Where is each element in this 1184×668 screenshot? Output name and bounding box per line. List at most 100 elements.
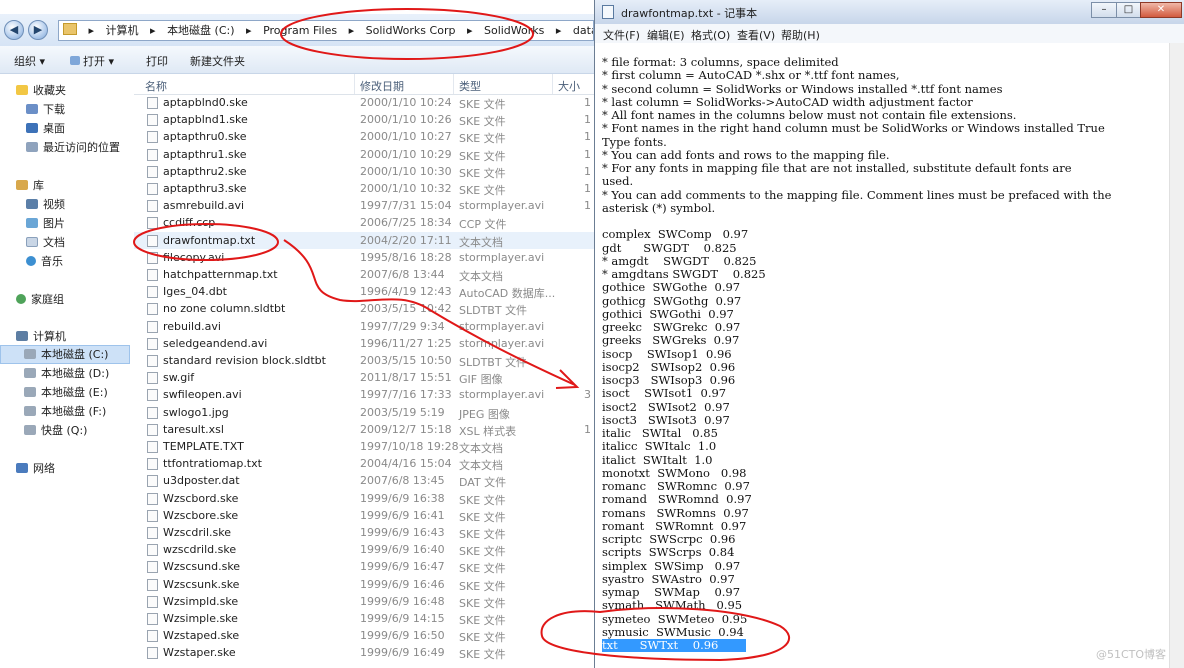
- menu-view[interactable]: 查看(V): [737, 27, 775, 43]
- vertical-scrollbar[interactable]: [1169, 43, 1184, 668]
- column-date[interactable]: 修改日期: [360, 78, 404, 94]
- file-row[interactable]: seledgeandend.avi 1996/11/27 1:25 stormpla…: [134, 335, 594, 352]
- file-row[interactable]: rebuild.avi 1997/7/29 9:34 stormplayer.avi: [134, 318, 594, 335]
- file-row[interactable]: hatchpatternmap.txt 2007/6/8 13:44 文本文档: [134, 266, 594, 283]
- file-row[interactable]: Wzstaper.ske 1999/6/9 16:49 SKE 文件: [134, 644, 594, 661]
- file-row[interactable]: swfileopen.avi 1997/7/16 17:33 stormplayer…: [134, 386, 594, 403]
- text-line: romans SWRomns 0.97: [602, 505, 749, 520]
- file-date: 1997/7/31 15:04: [360, 199, 452, 213]
- nav-drive-f[interactable]: 本地磁盘 (F:): [24, 402, 106, 421]
- column-divider[interactable]: [453, 74, 454, 94]
- file-date: 1997/10/18 19:28: [360, 440, 459, 453]
- file-date: 2000/1/10 10:24: [360, 96, 452, 109]
- column-divider[interactable]: [354, 74, 355, 94]
- minimize-button[interactable]: –: [1091, 2, 1117, 18]
- file-row[interactable]: drawfontmap.txt 2004/2/20 17:11 文本文档: [134, 231, 594, 249]
- breadcrumb-computer[interactable]: 计算机: [106, 21, 139, 40]
- breadcrumb-data[interactable]: data: [573, 21, 593, 40]
- file-row[interactable]: Wzsimpld.ske 1999/6/9 16:48 SKE 文件: [134, 593, 594, 610]
- file-row[interactable]: Wzsimple.ske 1999/6/9 14:15 SKE 文件: [134, 610, 594, 627]
- column-name[interactable]: 名称: [145, 78, 167, 94]
- file-icon: [147, 458, 158, 471]
- breadcrumb-drive-c[interactable]: 本地磁盘 (C:): [167, 21, 234, 40]
- column-type[interactable]: 类型: [459, 78, 481, 94]
- file-row[interactable]: Wzscbord.ske 1999/6/9 16:38 SKE 文件: [134, 490, 594, 507]
- nav-homegroup[interactable]: 家庭组: [16, 290, 64, 309]
- print-button[interactable]: 打印: [146, 53, 168, 69]
- nav-videos[interactable]: 视频: [26, 195, 65, 214]
- file-name: Wzsimpld.ske: [163, 594, 239, 608]
- address-bar[interactable]: ▸ 计算机 ▸ 本地磁盘 (C:) ▸ Program Files ▸ Soli…: [58, 20, 594, 41]
- nav-desktop[interactable]: 桌面: [26, 119, 65, 138]
- nav-label: 桌面: [43, 122, 65, 135]
- file-row[interactable]: TEMPLATE.TXT 1997/10/18 19:28 文本文档: [134, 438, 594, 455]
- file-row[interactable]: Wzscdril.ske 1999/6/9 16:43 SKE 文件: [134, 524, 594, 541]
- breadcrumb-solidworks[interactable]: SolidWorks: [484, 21, 544, 40]
- file-row[interactable]: Wzscsund.ske 1999/6/9 16:47 SKE 文件: [134, 558, 594, 575]
- breadcrumb-solidworks-corp[interactable]: SolidWorks Corp: [366, 21, 456, 40]
- file-row[interactable]: taresult.xsl 2009/12/7 15:18 XSL 样式表 1: [134, 421, 594, 438]
- nav-recent[interactable]: 最近访问的位置: [26, 138, 120, 157]
- file-type: SKE 文件: [459, 528, 506, 541]
- desktop-icon: [26, 123, 38, 133]
- menu-edit[interactable]: 编辑(E): [647, 27, 685, 43]
- nav-libraries[interactable]: 库: [16, 176, 44, 195]
- nav-music[interactable]: 音乐: [26, 252, 63, 271]
- nav-drive-c[interactable]: 本地磁盘 (C:): [24, 345, 108, 364]
- file-name: Wzscbore.ske: [163, 508, 239, 522]
- back-button[interactable]: ◀: [4, 20, 24, 40]
- new-folder-button[interactable]: 新建文件夹: [190, 53, 245, 69]
- file-row[interactable]: Wzscsunk.ske 1999/6/9 16:46 SKE 文件: [134, 576, 594, 593]
- file-type: SKE 文件: [459, 614, 506, 627]
- file-row[interactable]: aptapthru0.ske 2000/1/10 10:27 SKE 文件 1: [134, 128, 594, 145]
- maximize-button[interactable]: □: [1116, 2, 1141, 18]
- file-row[interactable]: aptapthru2.ske 2000/1/10 10:30 SKE 文件 1: [134, 163, 594, 180]
- nav-documents[interactable]: 文档: [26, 233, 65, 252]
- breadcrumb-program-files[interactable]: Program Files: [263, 21, 337, 40]
- menu-format[interactable]: 格式(O): [691, 27, 730, 43]
- text-line: symap SWMap 0.97: [602, 585, 741, 599]
- file-row[interactable]: asmrebuild.avi 1997/7/31 15:04 stormplayer…: [134, 197, 594, 214]
- text-editor-area[interactable]: * file format: 3 columns, space delimite…: [595, 43, 1184, 668]
- file-row[interactable]: Wzstaped.ske 1999/6/9 16:50 SKE 文件: [134, 627, 594, 644]
- forward-button[interactable]: ▶: [28, 20, 48, 40]
- text-line: used.: [602, 174, 634, 189]
- menu-help[interactable]: 帮助(H): [781, 27, 820, 43]
- file-row[interactable]: Wzscbore.ske 1999/6/9 16:41 SKE 文件: [134, 507, 594, 524]
- nav-downloads[interactable]: 下载: [26, 100, 65, 119]
- column-divider[interactable]: [552, 74, 553, 94]
- organize-button[interactable]: 组织 ▾: [14, 53, 45, 69]
- file-row[interactable]: filecopy.avi 1995/8/16 18:28 stormplayer.a…: [134, 249, 594, 266]
- file-row[interactable]: ttfontratiomap.txt 2004/4/16 15:04 文本文档: [134, 455, 594, 472]
- nav-drive-d[interactable]: 本地磁盘 (D:): [24, 364, 109, 383]
- nav-label: 网络: [33, 462, 55, 475]
- open-button[interactable]: 打开 ▾: [70, 53, 114, 69]
- nav-drive-q[interactable]: 快盘 (Q:): [24, 421, 87, 440]
- file-row[interactable]: ccdiff.ccp 2006/7/25 18:34 CCP 文件: [134, 214, 594, 231]
- file-icon: [147, 441, 158, 453]
- nav-network[interactable]: 网络: [16, 459, 55, 478]
- file-row[interactable]: u3dposter.dat 2007/6/8 13:45 DAT 文件: [134, 472, 594, 489]
- file-row[interactable]: wzscdrild.ske 1999/6/9 16:40 SKE 文件: [134, 541, 594, 558]
- menu-file[interactable]: 文件(F): [603, 27, 640, 43]
- nav-computer[interactable]: 计算机: [16, 327, 66, 346]
- text-line: asterisk (*) symbol.: [602, 200, 716, 215]
- close-button[interactable]: ✕: [1140, 2, 1182, 18]
- file-row[interactable]: aptapthru3.ske 2000/1/10 10:32 SKE 文件 1: [134, 180, 594, 197]
- file-row[interactable]: standard revision block.sldtbt 2003/5/15 …: [134, 352, 594, 369]
- nav-drive-e[interactable]: 本地磁盘 (E:): [24, 383, 108, 402]
- file-name: hatchpatternmap.txt: [163, 268, 278, 281]
- file-row[interactable]: aptapblnd1.ske 2000/1/10 10:26 SKE 文件 1: [134, 111, 594, 128]
- nav-pictures[interactable]: 图片: [26, 214, 65, 233]
- downloads-icon: [26, 104, 38, 114]
- file-row[interactable]: aptapthru1.ske 2000/1/10 10:29 SKE 文件 1: [134, 146, 594, 163]
- file-row[interactable]: no zone column.sldtbt 2003/5/15 10:42 SLDT…: [134, 300, 594, 317]
- file-row[interactable]: Iges_04.dbt 1996/4/19 12:43 AutoCAD 数据库...: [134, 283, 594, 300]
- file-row[interactable]: aptapblnd0.ske 2000/1/10 10:24 SKE 文件 1: [134, 94, 594, 111]
- file-size: 1: [584, 113, 591, 127]
- column-size[interactable]: 大小: [558, 78, 580, 94]
- file-row[interactable]: swlogo1.jpg 2003/5/19 5:19 JPEG 图像: [134, 404, 594, 421]
- file-name: aptapthru3.ske: [163, 182, 247, 195]
- file-row[interactable]: sw.gif 2011/8/17 15:51 GIF 图像: [134, 369, 594, 386]
- nav-favorites[interactable]: 收藏夹: [16, 81, 66, 100]
